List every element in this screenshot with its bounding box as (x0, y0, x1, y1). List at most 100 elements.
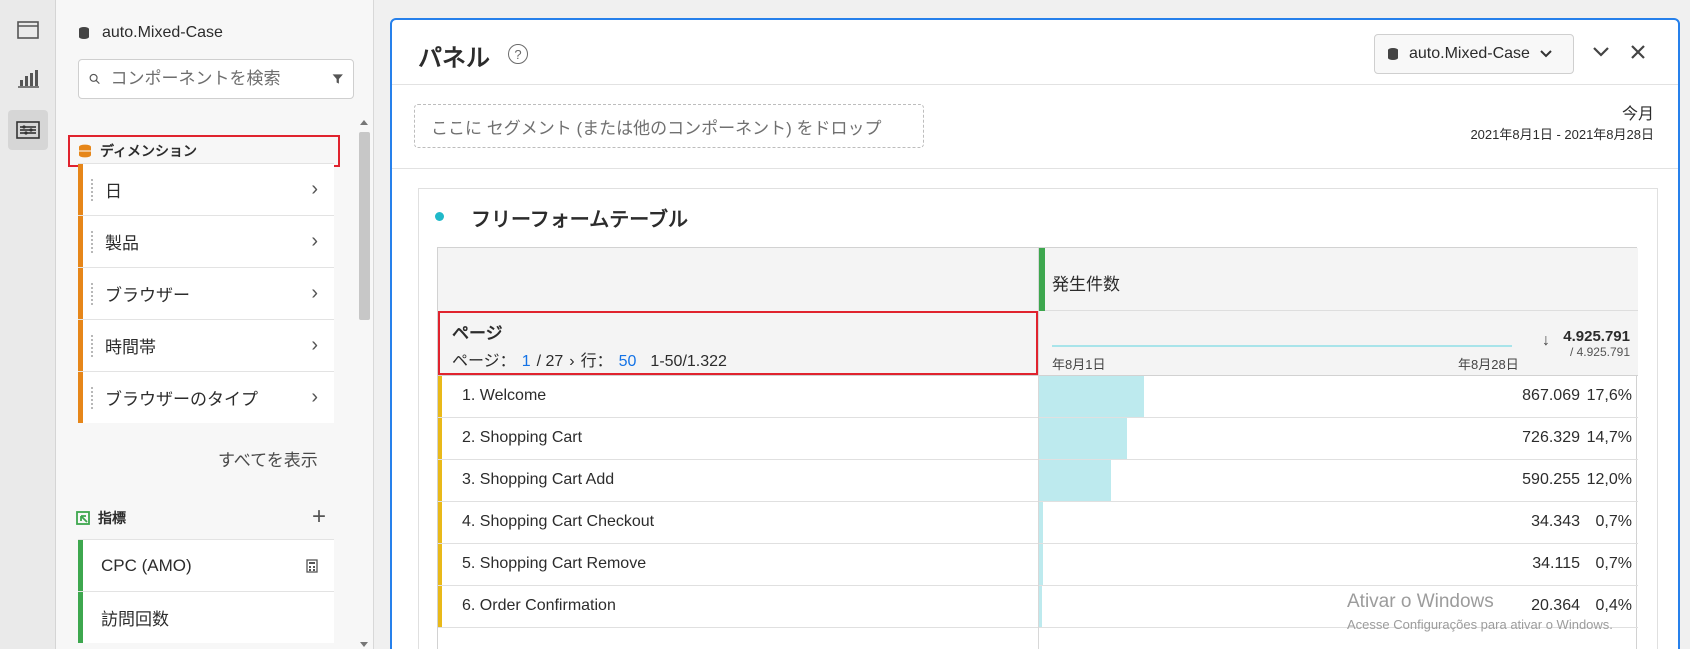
metric-column-name: 発生件数 (1052, 275, 1120, 294)
row-color-bar (438, 376, 442, 417)
bar-chart-icon (18, 70, 39, 88)
components-rail-button[interactable] (8, 110, 48, 150)
sparkline-start-label: 年8月1日 (1052, 357, 1106, 372)
metric-item[interactable]: 訪問回数 (78, 591, 334, 643)
search-input[interactable] (110, 69, 332, 89)
row-percent: 0,7% (1595, 555, 1632, 572)
sparkline (1052, 345, 1512, 347)
report-suite-dropdown[interactable]: auto.Mixed-Case (1374, 34, 1574, 74)
chevron-right-icon[interactable]: › (311, 282, 318, 305)
chevron-right-icon[interactable]: › (311, 230, 318, 253)
panels-rail-button[interactable] (8, 10, 48, 50)
drag-handle-icon[interactable] (91, 230, 95, 253)
panel-title: パネル (418, 45, 490, 72)
segment-drop-zone[interactable]: ここに セグメント (または他のコンポーネント) をドロップ (414, 104, 924, 148)
dimension-item[interactable]: ブラウザー › (78, 267, 334, 319)
row-bar-fill (1039, 376, 1144, 417)
add-metric-icon[interactable]: + (312, 503, 326, 531)
drag-handle-icon[interactable] (91, 282, 95, 305)
scroll-up-icon[interactable] (360, 120, 368, 125)
chevron-right-icon[interactable]: › (311, 178, 318, 201)
row-value: 590.255 (1522, 471, 1580, 488)
row-color-bar (438, 502, 442, 543)
page-label: ページ： (452, 353, 516, 370)
dimension-item[interactable]: 製品 › (78, 215, 334, 267)
row-label[interactable]: 4. Shopping Cart Checkout (462, 513, 654, 531)
report-suite-dropdown-label: auto.Mixed-Case (1409, 45, 1530, 62)
row-value: 867.069 (1522, 387, 1580, 404)
components-scrollbar[interactable] (356, 118, 372, 649)
dimension-item[interactable]: 時間帯 › (78, 319, 334, 371)
help-icon[interactable]: ? (508, 44, 528, 64)
drag-handle-icon[interactable] (91, 178, 95, 201)
sort-descending-icon[interactable]: ↓ (1542, 332, 1550, 350)
show-all-link[interactable]: すべてを表示 (218, 446, 318, 471)
total-pages: / 27 (536, 353, 564, 370)
scroll-down-icon[interactable] (360, 642, 368, 647)
metrics-heading: 指標 (98, 510, 126, 526)
drag-handle-icon[interactable] (91, 334, 95, 357)
pagination: ページ： 1 / 27 › 行： 50 1-50/1.322 (452, 347, 727, 371)
freeform-table: 発生件数 ページ ページ： 1 / 27 › 行： 50 1-50/1.322 … (437, 247, 1638, 649)
visualizations-rail-button[interactable] (8, 58, 48, 98)
collapse-panel-icon[interactable] (1592, 46, 1610, 58)
row-color-bar (438, 544, 442, 585)
dimension-color-bar (78, 268, 83, 319)
dimension-column-name: ページ (452, 324, 503, 343)
scroll-thumb[interactable] (359, 132, 370, 320)
freeform-title[interactable]: フリーフォームテーブル (471, 203, 688, 232)
metric-drag-handle-icon[interactable] (1038, 248, 1045, 311)
components-icon (16, 121, 40, 139)
component-search[interactable] (78, 59, 354, 99)
dimension-color-bar (78, 164, 83, 215)
chevron-right-icon[interactable]: › (311, 334, 318, 357)
windows-watermark-subtitle: Acesse Configurações para ativar o Windo… (1347, 617, 1613, 632)
row-color-bar (438, 460, 442, 501)
status-dot-icon (435, 212, 444, 221)
row-range: 1-50/1.322 (650, 353, 727, 370)
rows-per-page-select[interactable]: 50 (619, 353, 637, 371)
total-denominator: / 4.925.791 (1569, 345, 1630, 359)
page-number-input[interactable]: 1 (522, 353, 531, 371)
dimension-label: 製品 (105, 234, 139, 253)
metric-item[interactable]: CPC (AMO) (78, 539, 334, 591)
row-percent: 17,6% (1586, 387, 1632, 404)
row-label[interactable]: 2. Shopping Cart (462, 429, 582, 447)
date-range[interactable]: 2021年8月1日 - 2021年8月28日 (1470, 124, 1654, 143)
dimension-column-header[interactable]: ページ ページ： 1 / 27 › 行： 50 1-50/1.322 (438, 311, 1038, 375)
dimension-item[interactable]: ブラウザーのタイプ › (78, 371, 334, 423)
database-icon (1388, 48, 1398, 60)
dimension-color-bar (78, 372, 83, 423)
row-bar-fill (1039, 502, 1043, 543)
metric-column-header[interactable]: 発生件数 (1038, 248, 1638, 311)
row-bar-fill (1039, 544, 1043, 585)
components-panel: auto.Mixed-Case ディメンション 日 › 製品 › ブラウザー ›… (56, 0, 374, 649)
windows-watermark-title: Ativar o Windows (1347, 591, 1494, 612)
filter-icon[interactable] (332, 69, 344, 89)
total-value: 4.925.791 (1563, 328, 1630, 345)
dimension-color-bar (78, 320, 83, 371)
row-label[interactable]: 1. Welcome (462, 387, 546, 405)
drag-handle-icon[interactable] (91, 386, 95, 409)
dimension-item[interactable]: 日 › (78, 163, 334, 215)
row-label[interactable]: 5. Shopping Cart Remove (462, 555, 646, 573)
row-value: 34.115 (1532, 555, 1580, 572)
row-value: 20.364 (1531, 597, 1580, 614)
report-suite-label[interactable]: auto.Mixed-Case (78, 20, 223, 46)
metric-color-bar (78, 540, 83, 591)
row-bar-fill (1039, 460, 1111, 501)
row-color-bar (438, 586, 442, 627)
row-percent: 0,7% (1595, 513, 1632, 530)
row-label[interactable]: 6. Order Confirmation (462, 597, 616, 615)
chevron-right-icon[interactable]: › (311, 386, 318, 409)
metric-color-bar (78, 592, 83, 643)
dropzone-divider (392, 168, 1678, 169)
metrics-section-header[interactable]: 指標 + (68, 503, 326, 531)
row-label[interactable]: 3. Shopping Cart Add (462, 471, 614, 489)
row-bar-fill (1039, 586, 1042, 627)
metric-icon (76, 511, 90, 525)
close-icon[interactable] (1630, 44, 1646, 60)
next-page-icon[interactable]: › (569, 353, 574, 371)
date-label[interactable]: 今月 (1622, 100, 1654, 124)
row-percent: 14,7% (1586, 429, 1632, 446)
